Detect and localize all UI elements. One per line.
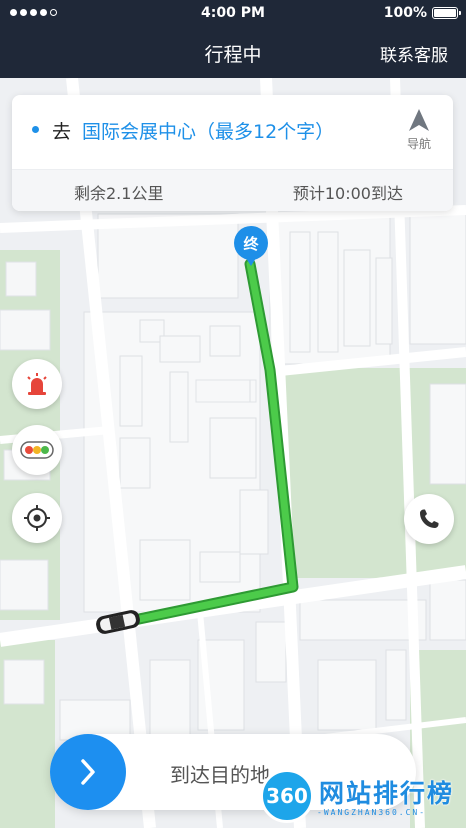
alarm-button[interactable] xyxy=(12,359,62,409)
battery-percent: 100% xyxy=(383,5,427,21)
locate-button[interactable] xyxy=(12,493,62,543)
remaining-distance: 剩余2.1公里 xyxy=(74,184,164,203)
alarm-icon xyxy=(27,373,47,395)
watermark-text: 网站排行榜 xyxy=(319,779,455,808)
traffic-light-icon xyxy=(20,441,54,459)
svg-text:终: 终 xyxy=(243,235,259,253)
phone-icon xyxy=(420,509,439,528)
contact-service-button[interactable]: 联系客服 xyxy=(380,41,448,66)
battery-icon xyxy=(432,7,461,19)
battery-status: 100% xyxy=(383,5,461,21)
estimated-arrival: 预计10:00到达 xyxy=(292,184,403,203)
status-bar: 4:00 PM 100% xyxy=(0,0,466,26)
phone-button[interactable] xyxy=(404,494,454,544)
trip-info-row: 剩余2.1公里 预计10:00到达 xyxy=(12,169,453,211)
arrive-slider-handle[interactable] xyxy=(50,734,126,810)
top-bar: 4:00 PM 100% 行程中 联系客服 xyxy=(0,0,466,78)
navigation-arrow-icon xyxy=(409,109,429,131)
navigate-button[interactable]: 导航 xyxy=(399,107,439,157)
watermark-logo: 360 xyxy=(260,769,314,823)
locate-icon xyxy=(24,505,50,531)
traffic-button[interactable] xyxy=(12,425,62,475)
destination-name: 国际会展中心（最多12个字） xyxy=(82,121,335,143)
destination-dot-icon xyxy=(32,126,39,133)
navigate-label: 导航 xyxy=(406,137,431,151)
watermark-subtext: -WANGZHAN360.CN- xyxy=(317,808,427,817)
destination-prefix: 去 xyxy=(52,121,72,143)
destination-card: 去 国际会展中心（最多12个字） 导航 剩余2.1公里 预计10:00到达 xyxy=(12,95,453,211)
watermark: 360 网站排行榜 -WANGZHAN360.CN- xyxy=(255,766,460,828)
chevron-right-icon xyxy=(81,759,95,785)
destination-row: 去 国际会展中心（最多12个字） 导航 xyxy=(12,95,453,169)
